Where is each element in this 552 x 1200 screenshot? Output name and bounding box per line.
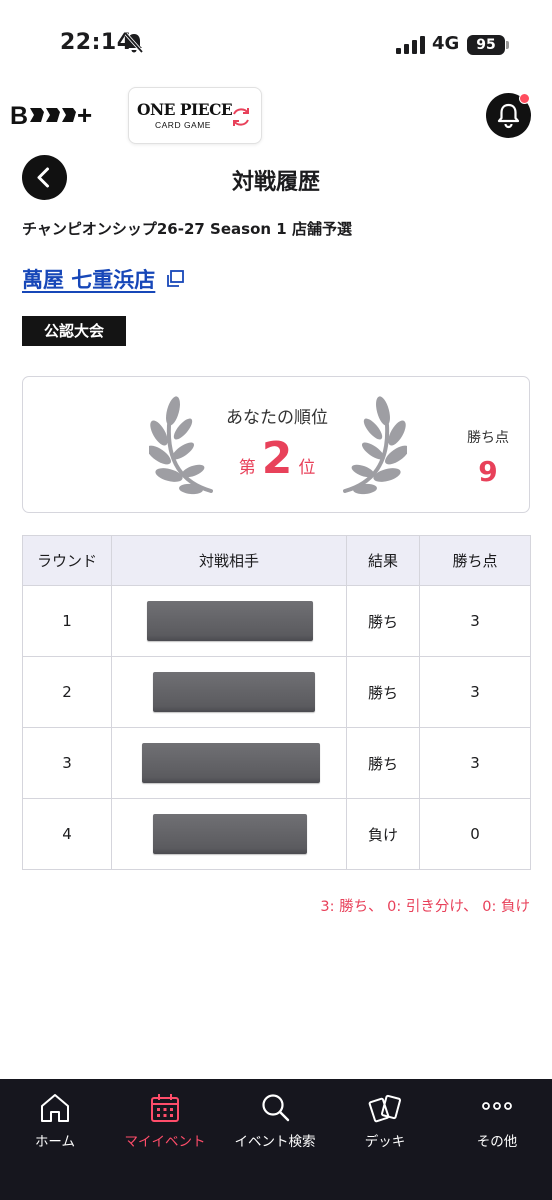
rank-card: あなたの順位 第2位 勝ち点 9 (22, 376, 530, 513)
table-row: 4 負け 0 (22, 798, 531, 870)
redacted-opponent-name (153, 672, 315, 712)
opponent-cell (111, 727, 347, 799)
redacted-opponent-name (147, 601, 313, 641)
redacted-opponent-name (142, 743, 320, 783)
svg-text:+: + (77, 100, 92, 130)
network-label: 4G (432, 33, 460, 54)
store-link[interactable]: 萬屋 七重浜店 (22, 264, 155, 294)
header-points: 勝ち点 (419, 535, 531, 586)
nav-label-my-events: マイイベント (124, 1134, 206, 1150)
table-row: 3 勝ち 3 (22, 727, 531, 799)
nav-label-home: ホーム (34, 1134, 76, 1150)
calendar-icon (151, 1094, 179, 1122)
total-points-value: 9 (478, 455, 498, 488)
round-cell: 3 (22, 727, 112, 799)
svg-text:B: B (10, 102, 28, 130)
round-cell: 1 (22, 585, 112, 657)
nav-item-home[interactable]: ホーム (0, 1079, 110, 1169)
official-tournament-badge: 公認大会 (22, 316, 126, 346)
points-legend: 3: 勝ち、 0: 引き分け、 0: 負け (320, 899, 530, 915)
nav-label-deck: デッキ (364, 1134, 406, 1150)
table-row: 2 勝ち 3 (22, 656, 531, 728)
rank-suffix: 位 (298, 458, 316, 478)
status-time: 22:14 (60, 30, 133, 55)
bcg-logo[interactable]: B + (10, 100, 110, 130)
nav-item-more[interactable]: その他 (442, 1079, 552, 1169)
one-piece-logo[interactable]: ONE PIECE CARD GAME (128, 87, 262, 144)
external-link-icon[interactable] (165, 269, 185, 289)
points-cell: 0 (419, 798, 531, 870)
nav-label-event-search: イベント検索 (234, 1134, 316, 1150)
page-title: 対戦履歴 (231, 170, 320, 195)
result-cell: 負け (346, 798, 420, 870)
redacted-opponent-name (153, 814, 307, 854)
home-icon (41, 1094, 69, 1122)
total-points-label: 勝ち点 (467, 430, 509, 446)
result-cell: 勝ち (346, 585, 420, 657)
opponent-cell (111, 798, 347, 870)
nav-item-my-events[interactable]: マイイベント (110, 1079, 220, 1169)
status-bar: 22:14 4G 95 (0, 0, 552, 90)
table-row: 1 勝ち 3 (22, 585, 531, 657)
header-result: 結果 (346, 535, 420, 586)
round-cell: 4 (22, 798, 112, 870)
nav-label-more: その他 (476, 1134, 518, 1150)
battery-indicator: 95 (467, 35, 505, 55)
store-row: 萬屋 七重浜店 (22, 263, 185, 295)
header-opponent: 対戦相手 (111, 535, 347, 586)
bell-off-icon (124, 32, 144, 54)
event-name: チャンピオンシップ26-27 Season 1 店舗予選 (22, 220, 352, 238)
nav-item-deck[interactable]: デッキ (330, 1079, 440, 1169)
opponent-cell (111, 656, 347, 728)
battery-tip (506, 41, 509, 49)
rank-caption: あなたの順位 (226, 408, 328, 428)
points-cell: 3 (419, 727, 531, 799)
points-cell: 3 (419, 656, 531, 728)
round-cell: 2 (22, 656, 112, 728)
points-cell: 3 (419, 585, 531, 657)
cards-icon (368, 1094, 402, 1123)
rank-prefix: 第 (238, 458, 256, 478)
more-icon (482, 1102, 512, 1110)
header-round: ラウンド (22, 535, 112, 586)
search-icon (262, 1094, 290, 1122)
rank-value: 2 (261, 433, 293, 484)
opponent-cell (111, 585, 347, 657)
bottom-nav: ホーム マイイベント イベント検索 デッキ その他 (0, 1079, 552, 1200)
result-cell: 勝ち (346, 656, 420, 728)
match-history-table: ラウンド 対戦相手 結果 勝ち点 1 勝ち 3 2 勝ち 3 3 勝ち 3 4 … (22, 535, 531, 870)
refresh-mark-icon (233, 108, 249, 126)
notification-badge (519, 93, 530, 104)
signal-icon (396, 36, 425, 54)
result-cell: 勝ち (346, 727, 420, 799)
one-piece-logo-title: ONE PIECE (137, 100, 233, 119)
table-header-row: ラウンド 対戦相手 結果 勝ち点 (22, 535, 531, 586)
nav-item-event-search[interactable]: イベント検索 (220, 1079, 330, 1169)
one-piece-logo-subtitle: CARD GAME (155, 120, 211, 130)
